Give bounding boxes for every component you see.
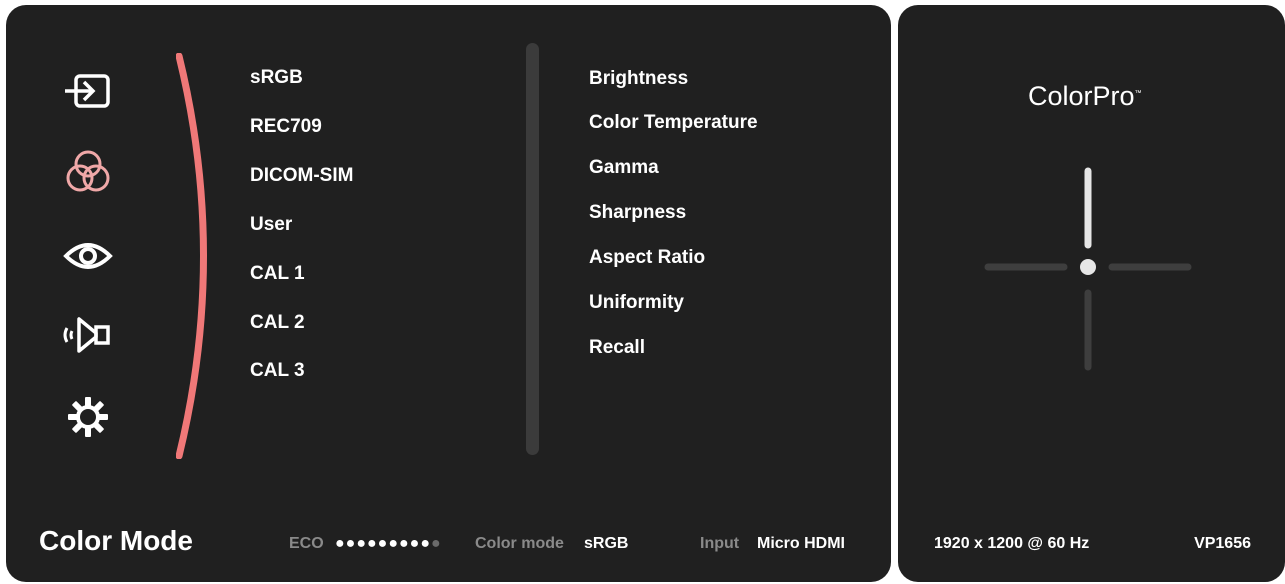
- setting-item-brightness[interactable]: Brightness: [589, 68, 688, 90]
- input-icon[interactable]: [60, 67, 116, 117]
- color-mode-item[interactable]: CAL 2: [250, 312, 305, 334]
- joystick-guide-icon: [984, 167, 1192, 371]
- color-mode-label: Color mode: [475, 535, 564, 552]
- brand-name: ColorPro: [1028, 81, 1135, 111]
- eco-label: ECO: [289, 535, 324, 552]
- color-mode-item[interactable]: CAL 3: [250, 360, 305, 382]
- eco-level-indicator: ●●●●●●●●●●: [335, 535, 442, 552]
- setting-item-uniformity[interactable]: Uniformity: [589, 292, 684, 314]
- color-mode-item[interactable]: REC709: [250, 116, 322, 138]
- setting-item-sharpness[interactable]: Sharpness: [589, 202, 686, 224]
- color-mode-item[interactable]: User: [250, 214, 292, 236]
- page-title: Color Mode: [39, 525, 193, 556]
- input-label: Input: [700, 535, 740, 552]
- trademark-symbol: ™: [1134, 90, 1142, 97]
- eye-icon[interactable]: [60, 231, 116, 281]
- setting-item-gamma[interactable]: Gamma: [589, 157, 659, 179]
- resolution-readout: 1920 x 1200 @ 60 Hz: [934, 535, 1090, 552]
- setting-item-color-temperature[interactable]: Color Temperature: [589, 112, 758, 134]
- setting-item-recall[interactable]: Recall: [589, 337, 645, 359]
- audio-icon[interactable]: [60, 310, 116, 360]
- color-mode-item[interactable]: DICOM-SIM: [250, 165, 353, 187]
- color-mode-value: sRGB: [584, 535, 629, 552]
- selection-arc: [176, 53, 207, 459]
- color-adjust-icon[interactable]: [60, 147, 116, 197]
- setting-item-aspect-ratio[interactable]: Aspect Ratio: [589, 247, 705, 269]
- osd-info-panel: ColorPro™ 1920 x 1200 @ 60 Hz VP1656: [898, 5, 1285, 582]
- color-mode-item[interactable]: CAL 1: [250, 263, 305, 285]
- input-value: Micro HDMI: [757, 535, 845, 552]
- gear-icon[interactable]: [60, 392, 116, 442]
- scrollbar[interactable]: [526, 43, 539, 455]
- brand-logo: ColorPro™: [1028, 81, 1142, 112]
- model-name: VP1656: [1194, 535, 1251, 552]
- osd-main-panel: sRGB REC709 DICOM-SIM User CAL 1 CAL 2 C…: [6, 5, 891, 582]
- color-mode-item[interactable]: sRGB: [250, 67, 303, 89]
